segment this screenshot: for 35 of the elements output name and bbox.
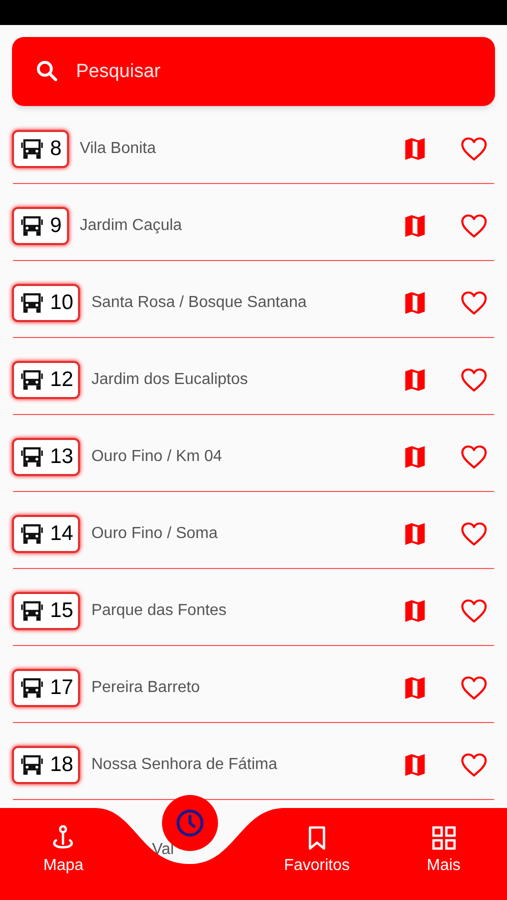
clock-icon bbox=[174, 807, 206, 839]
heart-icon[interactable] bbox=[460, 521, 488, 547]
route-number: 9 bbox=[50, 213, 62, 240]
route-number: 18 bbox=[50, 752, 74, 778]
nav-tab[interactable]: Mais bbox=[426, 808, 461, 900]
grid-icon bbox=[430, 824, 458, 852]
heart-icon[interactable] bbox=[460, 444, 488, 470]
route-name[interactable]: Santa Rosa / Bosque Santana bbox=[91, 291, 402, 315]
route-name[interactable]: Ouro Fino / Soma bbox=[91, 522, 402, 546]
heart-icon[interactable] bbox=[460, 290, 488, 316]
route-name[interactable]: Pereira Barreto bbox=[91, 676, 402, 700]
route-number: 12 bbox=[50, 367, 74, 394]
route-name[interactable]: Nossa Senhora de Fátima bbox=[91, 753, 402, 777]
search-field[interactable]: Pesquisar bbox=[12, 37, 495, 106]
nav-tab[interactable]: Mapa bbox=[43, 808, 84, 900]
route-name[interactable]: Parque das Fontes bbox=[91, 599, 402, 623]
search-icon bbox=[34, 58, 60, 84]
route-name[interactable]: Jardim dos Eucaliptos bbox=[91, 368, 402, 392]
heart-icon[interactable] bbox=[460, 367, 488, 393]
heart-icon[interactable] bbox=[460, 675, 488, 701]
route-name[interactable]: Jardim Caçula bbox=[80, 214, 402, 238]
heart-icon[interactable] bbox=[460, 598, 488, 624]
route-name[interactable]: Vila Bonita bbox=[80, 137, 402, 161]
route-name: Val bbox=[152, 840, 174, 860]
route-number: 17 bbox=[50, 675, 74, 702]
route-number: 10 bbox=[50, 290, 74, 316]
heart-icon[interactable] bbox=[460, 136, 488, 162]
heart-icon[interactable] bbox=[460, 213, 488, 239]
route-number: 13 bbox=[50, 444, 74, 470]
heart-icon[interactable] bbox=[460, 752, 488, 778]
nav-tab[interactable]: Favoritos bbox=[284, 808, 350, 900]
route-number: 15 bbox=[50, 598, 74, 624]
route-number: 8 bbox=[50, 136, 62, 162]
route-number: 14 bbox=[50, 521, 74, 548]
route-name[interactable]: Ouro Fino / Km 04 bbox=[91, 445, 402, 469]
